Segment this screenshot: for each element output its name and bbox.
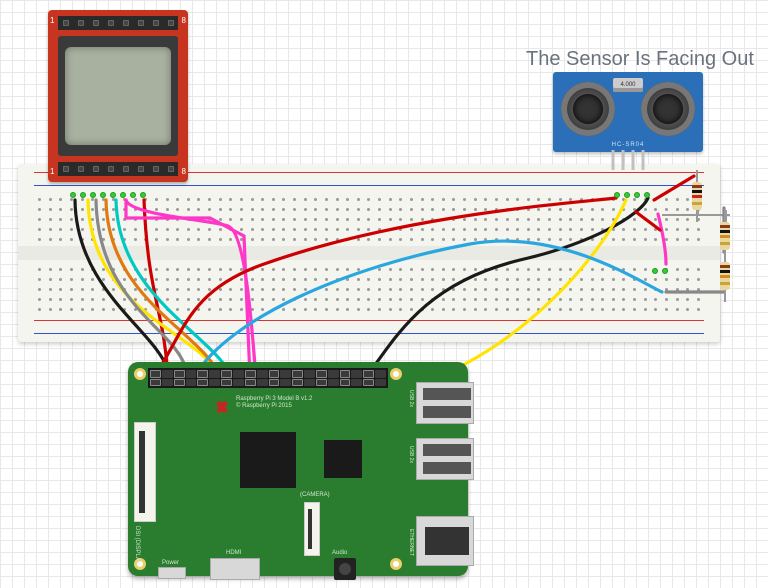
bb-dot — [624, 192, 630, 198]
hcsr04-receiver-icon — [641, 82, 695, 136]
bb-dot — [662, 268, 668, 274]
rpi-dsi-port — [134, 422, 156, 522]
bb-dot — [130, 192, 136, 198]
hcsr04-transmitter-icon — [561, 82, 615, 136]
rpi-gpio-header — [148, 368, 388, 388]
lcd-pin1-label-bot: 1 — [50, 167, 54, 176]
breadboard-power-rail-bottom — [34, 318, 704, 336]
rpi-usb-2 — [416, 438, 474, 480]
lcd-pins-top — [58, 16, 178, 30]
bb-dot — [100, 192, 106, 198]
rpi-ethernet — [416, 516, 474, 566]
nokia-5110-lcd: 1 8 1 8 — [48, 10, 188, 182]
lcd-pin8-label-bot: 8 — [182, 167, 186, 176]
rpi-soc-chip — [240, 432, 296, 488]
bb-dot — [80, 192, 86, 198]
hcsr04-pins — [612, 150, 645, 170]
bb-dot — [110, 192, 116, 198]
rpi-power-label: Power — [162, 560, 179, 566]
hcsr04-crystal: 4.000 — [613, 78, 643, 92]
rpi-dsi-label: DSI (DISPLAY) — [134, 526, 140, 567]
rpi-camera-port — [304, 502, 320, 556]
rpi-usb2-label: USB 2x — [408, 446, 414, 463]
rpi-ethernet-label: ETHERNET — [408, 529, 414, 556]
bb-dot — [614, 192, 620, 198]
breadboard — [18, 164, 720, 342]
rpi-microusb — [158, 567, 186, 579]
rpi-hdmi-label: HDMI — [226, 550, 241, 556]
bb-dot — [120, 192, 126, 198]
bb-dot — [140, 192, 146, 198]
bb-dot — [644, 192, 650, 198]
bb-dot — [70, 192, 76, 198]
rpi-usb1-label: USB 2x — [408, 390, 414, 407]
resistor-r3 — [720, 262, 730, 290]
rpi-audio-label: Audio — [332, 550, 347, 556]
raspberry-logo-icon — [214, 396, 230, 416]
rpi-small-chip — [324, 440, 362, 478]
raspberry-pi-board: Raspberry Pi 3 Model B v1.2 © Raspberry … — [128, 362, 468, 576]
lcd-screen — [65, 47, 171, 145]
bb-dot — [634, 192, 640, 198]
rpi-usb-1 — [416, 382, 474, 424]
bb-dot — [652, 268, 658, 274]
resistor-r1 — [692, 182, 702, 210]
rpi-model-text: Raspberry Pi 3 Model B v1.2 © Raspberry … — [236, 396, 312, 410]
lcd-pin1-label-top: 1 — [50, 16, 54, 25]
rpi-audio-jack — [334, 558, 356, 580]
hcsr04-label: HC-SR04 — [612, 142, 645, 148]
bb-dot — [90, 192, 96, 198]
hcsr04-sensor: 4.000 HC-SR04 — [553, 72, 703, 152]
breadboard-tie-points — [38, 198, 700, 308]
lcd-bezel — [58, 36, 178, 156]
lcd-pins-bottom — [58, 162, 178, 176]
rpi-camera-label: (CAMERA) — [300, 492, 330, 498]
resistor-r2 — [720, 222, 730, 250]
rpi-hdmi — [210, 558, 260, 580]
sensor-annotation-text: The Sensor Is Facing Out — [526, 48, 754, 71]
lcd-pin8-label-top: 8 — [182, 16, 186, 25]
